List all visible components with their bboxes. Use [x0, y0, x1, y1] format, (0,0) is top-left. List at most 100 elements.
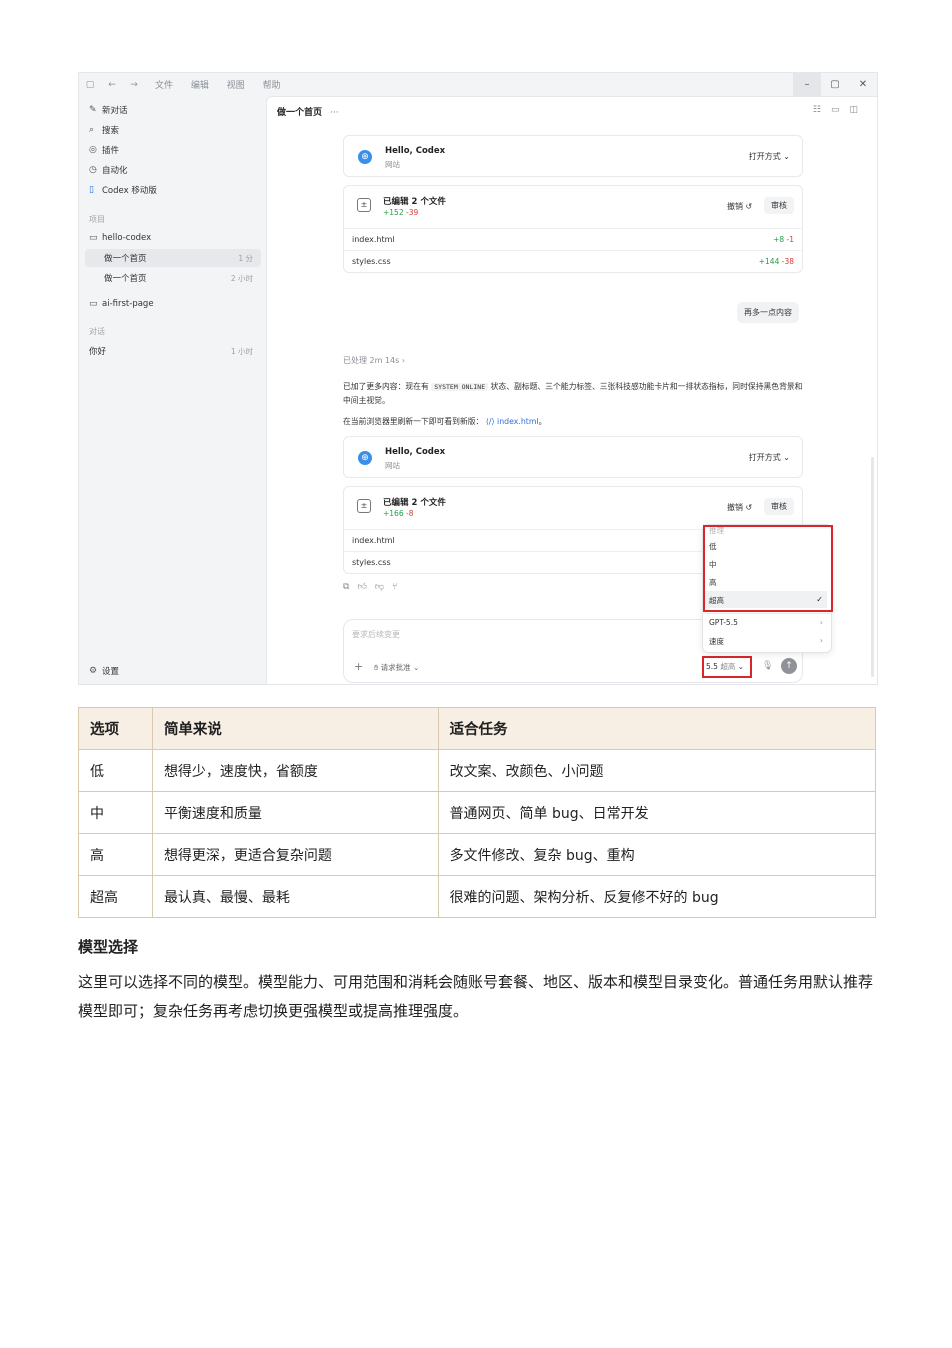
- thumbs-up-icon[interactable]: 👍︎: [357, 582, 374, 592]
- project-hello-codex[interactable]: ▭ hello-codex: [89, 230, 151, 246]
- sidebar-toggle-icon[interactable]: ▢: [79, 80, 101, 90]
- folder-icon: ▭: [89, 299, 98, 309]
- table-cell: 高: [78, 833, 153, 876]
- folder-icon: ▭: [89, 233, 98, 243]
- open-with-button[interactable]: 打开方式 ⌄: [749, 452, 790, 463]
- chevron-down-icon: ⌄: [783, 152, 790, 161]
- window-controls: – ▢ ✕: [793, 73, 877, 96]
- site-subtitle: 网站: [385, 160, 400, 169]
- assistant-reply: 已加了更多内容：现在有 SYSTEM ONLINE 状态、副标题、三个能力标签、…: [343, 382, 803, 405]
- table-cell: 很难的问题、架构分析、反复修不好的 bug: [437, 875, 877, 918]
- thread-menu-button[interactable]: ···: [330, 108, 339, 118]
- add-attachment-icon[interactable]: +: [354, 660, 363, 673]
- settings-button[interactable]: ⚙ 设置: [89, 663, 119, 679]
- sidebar-item-automation[interactable]: ◷ 自动化: [89, 162, 128, 178]
- edit-card: ± 已编辑 2 个文件 +152 -39 撤销 ↺ 审核 index.html …: [343, 185, 803, 273]
- table-cell: 平衡速度和质量: [151, 791, 439, 834]
- processed-toggle[interactable]: 已处理 2m 14s ›: [343, 355, 405, 366]
- index-html-link[interactable]: ⟨/⟩ index.html: [486, 417, 539, 426]
- section-body: 这里可以选择不同的模型。模型能力、可用范围和消耗会随账号套餐、地区、版本和模型目…: [78, 973, 874, 1020]
- model-menu-item[interactable]: GPT-5.5: [709, 618, 738, 627]
- panel-icon[interactable]: ◫: [849, 105, 868, 115]
- table-header-cell: 适合任务: [437, 707, 877, 750]
- open-with-button[interactable]: 打开方式 ⌄: [749, 151, 790, 162]
- main-panel: 做一个首页 ··· ☷▭◫ ⊕ Hello, Codex 网站 打开方式 ⌄ ± …: [266, 96, 877, 684]
- site-card[interactable]: ⊕ Hello, Codex 网站 打开方式 ⌄: [343, 135, 803, 177]
- section-title: 模型选择: [78, 938, 139, 956]
- arrow-up-icon: ↑: [785, 661, 793, 671]
- reasoning-effort-table: 选项 简单来说 适合任务 低 想得少，速度快，省额度 改文案、改颜色、小问题 中…: [78, 707, 877, 918]
- sidebar-item-label: 自动化: [102, 166, 128, 176]
- maximize-button[interactable]: ▢: [821, 73, 849, 96]
- send-button[interactable]: ↑: [781, 658, 797, 674]
- minimize-button[interactable]: –: [793, 73, 821, 96]
- project-ai-first-page[interactable]: ▭ ai-first-page: [89, 296, 154, 312]
- menu-help[interactable]: 帮助: [263, 81, 281, 91]
- back-arrow-icon[interactable]: ←: [101, 80, 123, 90]
- file-row[interactable]: index.html +8 -1: [344, 228, 802, 250]
- site-title: Hello, Codex: [385, 447, 446, 457]
- review-button[interactable]: 审核: [764, 197, 794, 214]
- file-row[interactable]: styles.css +144 -38: [344, 250, 802, 272]
- approval-mode-button[interactable]: ✋︎ 请求批准 ⌄: [374, 662, 419, 673]
- close-button[interactable]: ✕: [849, 73, 877, 96]
- sidebar-item-plugins[interactable]: ◎ 插件: [89, 142, 119, 158]
- model-selector-button[interactable]: 5.5 超高 ⌄: [702, 656, 752, 678]
- edit-stats: +166 -8: [383, 509, 414, 518]
- chevron-down-icon: ⌄: [737, 662, 745, 671]
- menu-edit[interactable]: 编辑: [191, 81, 209, 91]
- file-diff-stats: +8 -1: [773, 235, 794, 244]
- plugin-icon: ◎: [89, 145, 97, 155]
- speed-menu-item[interactable]: 速度: [709, 636, 724, 647]
- forward-arrow-icon[interactable]: →: [123, 80, 145, 90]
- table-cell: 普通网页、简单 bug、日常开发: [437, 791, 877, 834]
- table-cell: 超高: [78, 875, 153, 918]
- globe-icon: ⊕: [358, 451, 372, 465]
- table-cell: 想得少，速度快，省额度: [151, 749, 439, 792]
- diff-icon[interactable]: ☷: [813, 105, 831, 115]
- table-row: 超高 最认真、最慢、最耗 很难的问题、架构分析、反复修不好的 bug: [78, 875, 877, 918]
- chats-heading: 对话: [89, 327, 105, 336]
- file-diff-stats: +144 -38: [758, 257, 794, 266]
- app-window: ▢ ← → 文件 编辑 视图 帮助 – ▢ ✕ ✎ 新对话 ⌕ 搜索 ◎ 插件 …: [78, 72, 878, 685]
- undo-button[interactable]: 撤销 ↺: [727, 201, 752, 212]
- table-header-cell: 选项: [78, 707, 153, 750]
- scrollbar[interactable]: [871, 457, 874, 677]
- site-subtitle: 网站: [385, 461, 400, 470]
- table-header-row: 选项 简单来说 适合任务: [78, 707, 877, 750]
- thread-item[interactable]: 做一个首页 2 小时: [85, 269, 261, 287]
- table-cell: 中: [78, 791, 153, 834]
- review-button[interactable]: 审核: [764, 498, 794, 515]
- sidebar-item-label: 插件: [102, 146, 120, 156]
- sidebar-item-search[interactable]: ⌕ 搜索: [89, 122, 119, 138]
- composer-input[interactable]: 要求后续变更: [352, 629, 400, 640]
- fork-icon[interactable]: ⑂: [392, 582, 405, 592]
- thread-header: 做一个首页 ···: [277, 105, 339, 118]
- site-title: Hello, Codex: [385, 146, 446, 156]
- menu-view[interactable]: 视图: [227, 81, 245, 91]
- microphone-icon[interactable]: 🎙︎: [762, 661, 773, 671]
- undo-icon: ↺: [745, 503, 753, 512]
- chevron-down-icon: ⌄: [413, 663, 420, 672]
- sidebar-item-new-chat[interactable]: ✎ 新对话: [89, 102, 128, 118]
- edit-title: 已编辑 2 个文件: [383, 197, 446, 207]
- projects-heading: 项目: [89, 215, 105, 224]
- copy-icon[interactable]: ⧉: [343, 582, 357, 592]
- undo-button[interactable]: 撤销 ↺: [727, 502, 752, 513]
- sidebar: ✎ 新对话 ⌕ 搜索 ◎ 插件 ◷ 自动化 ▯ Codex 移动版 项目 ▭ h…: [79, 96, 265, 684]
- table-cell: 低: [78, 749, 153, 792]
- thread-item[interactable]: 做一个首页 1 分: [85, 249, 261, 267]
- table-cell: 改文案、改颜色、小问题: [437, 749, 877, 792]
- chat-item[interactable]: 你好 1 小时: [85, 342, 261, 360]
- code-icon: ⟨/⟩: [485, 417, 495, 426]
- site-card[interactable]: ⊕ Hello, Codex 网站 打开方式 ⌄: [343, 436, 803, 478]
- thumbs-down-icon[interactable]: 👎︎: [375, 582, 392, 592]
- sidebar-item-mobile[interactable]: ▯ Codex 移动版: [89, 182, 157, 198]
- sidebar-item-label: 新对话: [102, 106, 128, 116]
- terminal-icon[interactable]: ▭: [831, 105, 850, 115]
- menu-file[interactable]: 文件: [155, 81, 173, 91]
- chevron-right-icon: ›: [819, 636, 823, 645]
- table-cell: 多文件修改、复杂 bug、重构: [437, 833, 877, 876]
- edit-title: 已编辑 2 个文件: [383, 498, 446, 508]
- settings-label: 设置: [102, 667, 120, 677]
